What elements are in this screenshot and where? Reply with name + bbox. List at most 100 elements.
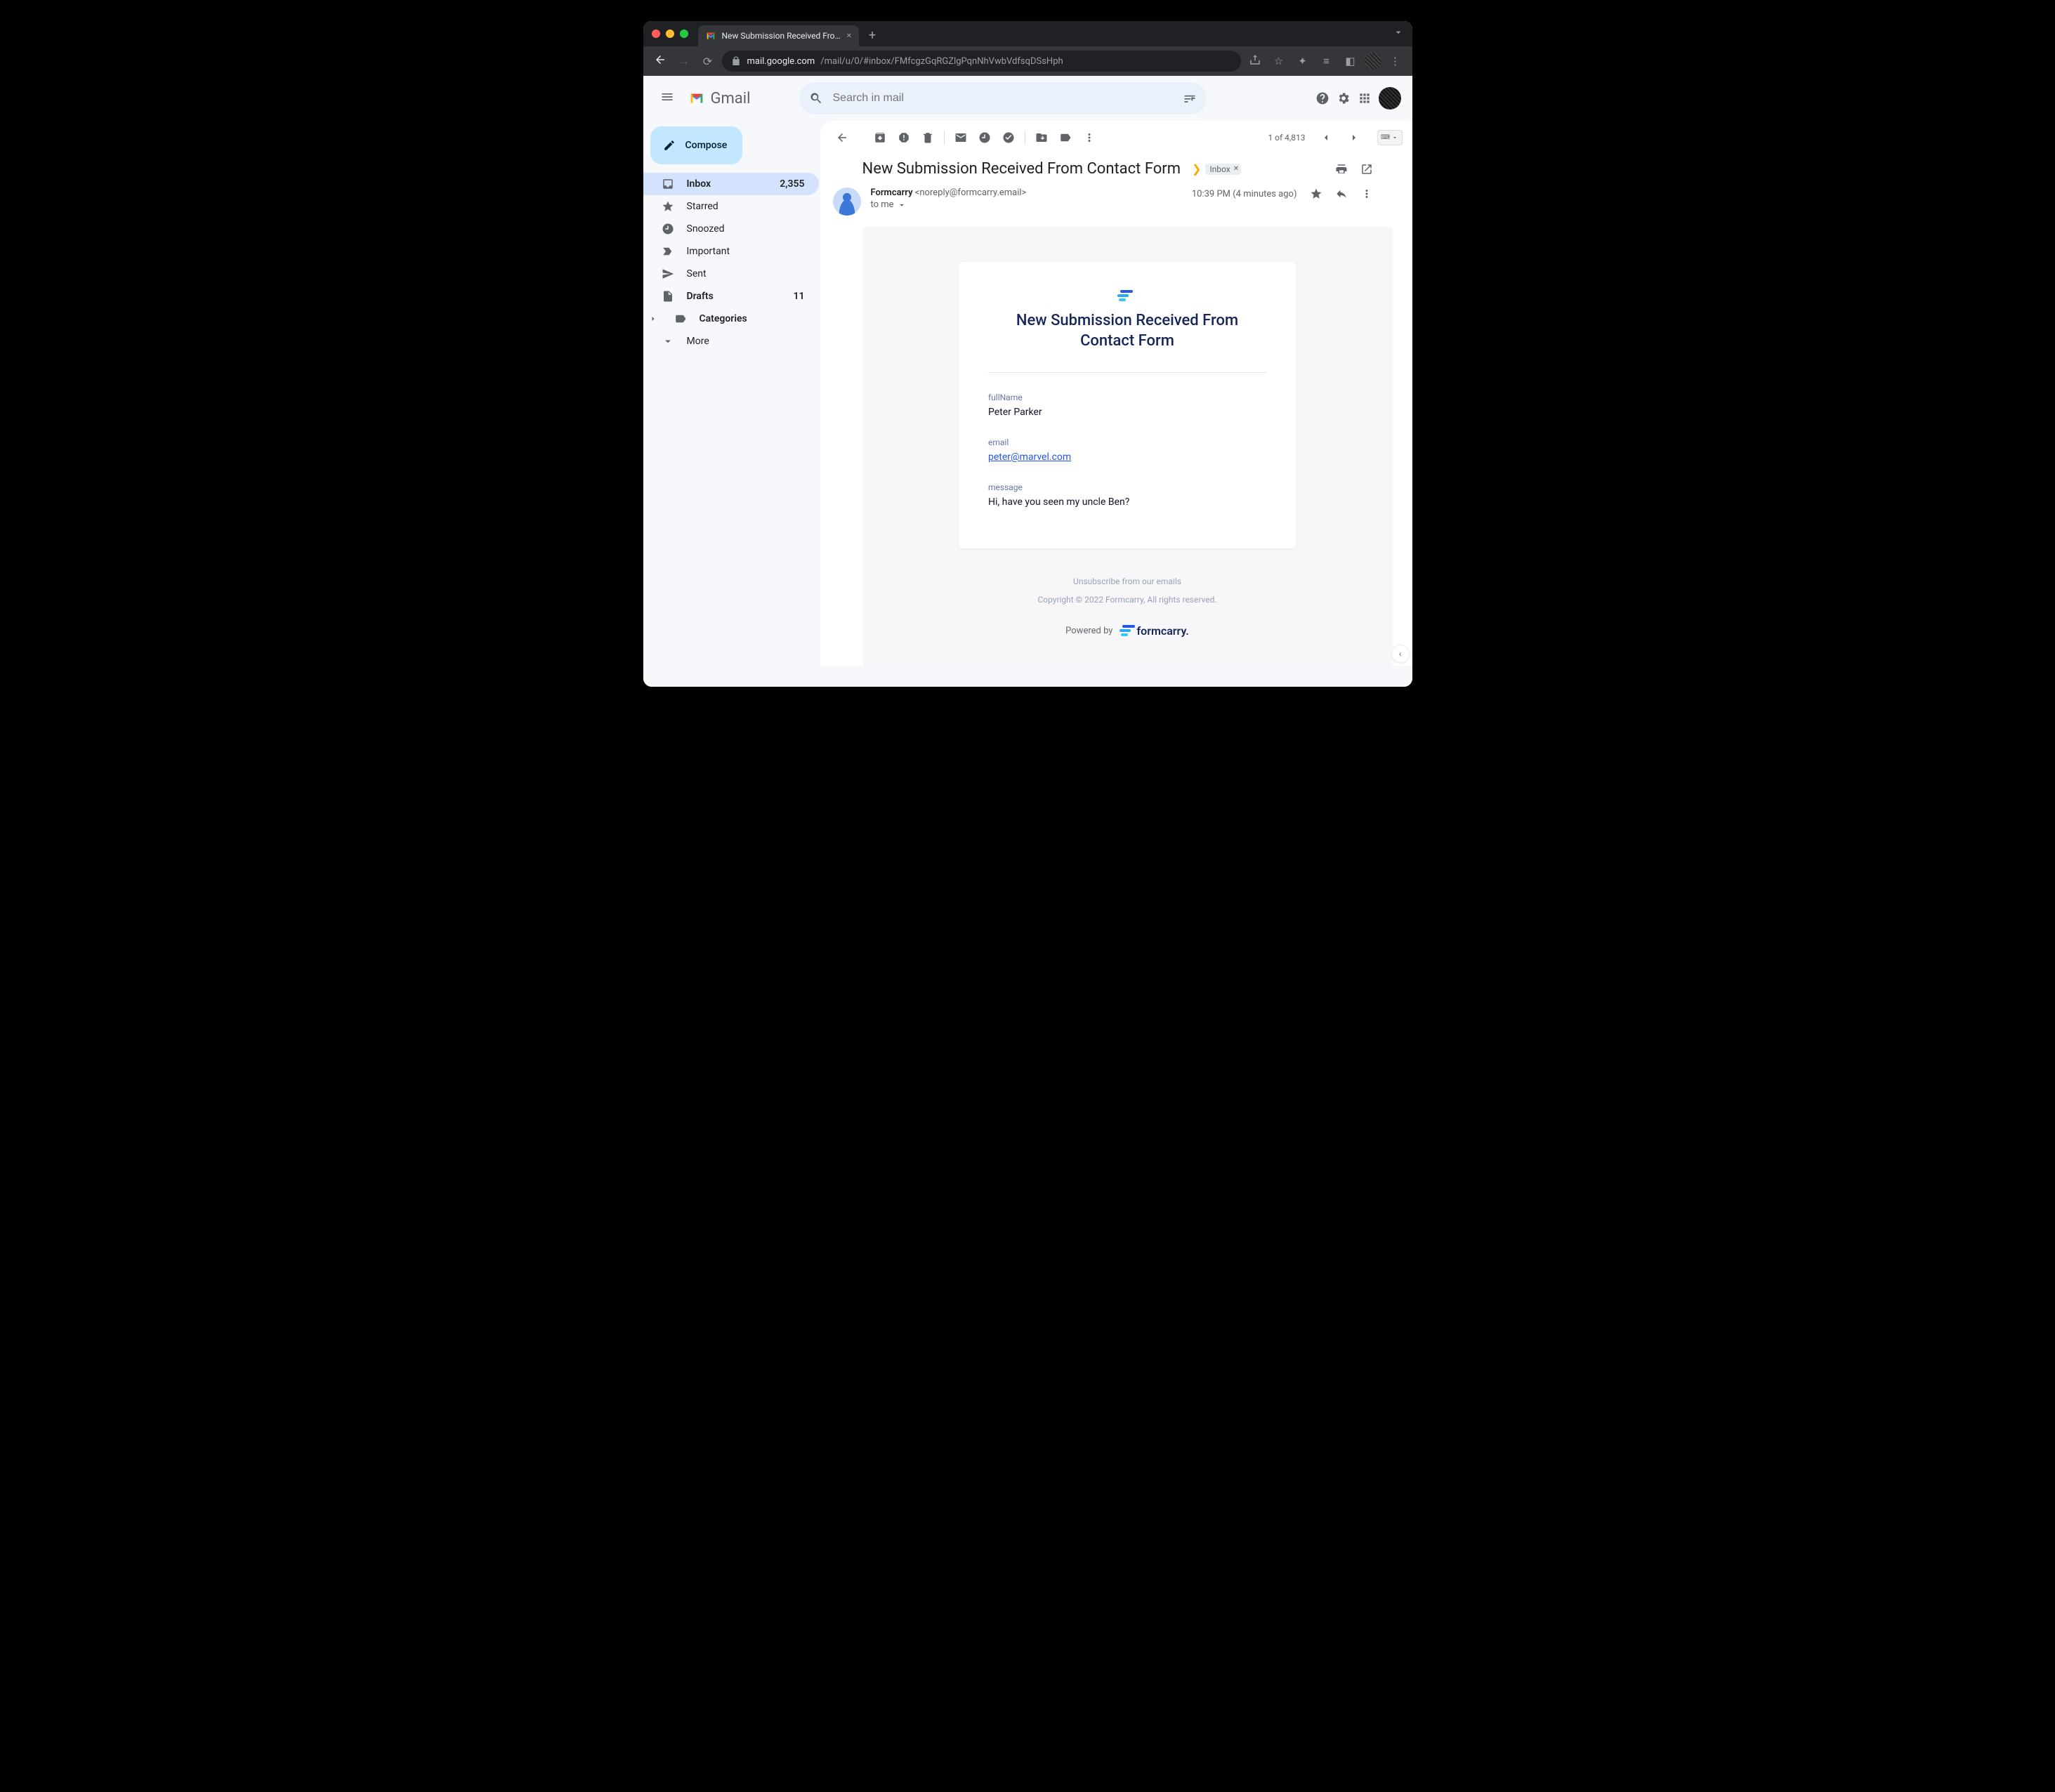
unsubscribe-link[interactable]: Unsubscribe from our emails: [1073, 577, 1181, 586]
browser-tab[interactable]: New Submission Received Fro… ✕: [698, 25, 859, 46]
to-line-text: to me: [871, 199, 894, 210]
url-input[interactable]: mail.google.com/mail/u/0/#inbox/FMfcgzGq…: [722, 51, 1241, 72]
side-panel-toggle[interactable]: ‹: [1391, 645, 1410, 663]
minimize-window-button[interactable]: [666, 29, 674, 38]
main-menu-button[interactable]: [650, 90, 684, 107]
search-icon[interactable]: [809, 91, 823, 105]
extensions-icon[interactable]: ✦: [1293, 55, 1313, 67]
gmail-header: Gmail: [643, 76, 1412, 121]
add-task-button[interactable]: [997, 126, 1020, 150]
tabs-overflow-icon[interactable]: [1393, 27, 1404, 41]
sidebar-item-inbox[interactable]: Inbox2,355: [643, 173, 819, 195]
send-icon: [662, 268, 674, 280]
open-in-new-icon[interactable]: [1360, 163, 1373, 176]
formcarry-brand[interactable]: formcarry.: [1120, 624, 1188, 638]
compose-button[interactable]: Compose: [650, 126, 743, 164]
more-icon: [662, 335, 674, 348]
archive-button[interactable]: [868, 126, 892, 150]
sidebar-item-label: Sent: [687, 268, 808, 279]
report-spam-button[interactable]: [892, 126, 916, 150]
label-chip-inbox[interactable]: Inbox ✕: [1205, 164, 1241, 175]
apps-icon[interactable]: [1358, 91, 1372, 105]
sidebar-item-important[interactable]: Important: [643, 240, 819, 263]
close-window-button[interactable]: [652, 29, 660, 38]
close-tab-icon[interactable]: ✕: [846, 32, 852, 40]
search-container: [799, 82, 1207, 114]
powered-by-label: Powered by: [1065, 626, 1112, 636]
clock-icon: [662, 223, 674, 235]
search-input[interactable]: [833, 92, 1173, 105]
prev-message-button[interactable]: [1314, 126, 1338, 150]
help-icon[interactable]: [1315, 91, 1329, 105]
lock-icon: [730, 55, 742, 67]
powered-by: Powered by formcarry.: [1065, 624, 1189, 638]
gmail-logo-icon: [687, 91, 707, 106]
formcarry-logo-icon: [1120, 625, 1132, 638]
brand-name: formcarry.: [1136, 624, 1188, 638]
sidebar-item-drafts[interactable]: Drafts11: [643, 285, 819, 308]
input-tool-button[interactable]: ⌨: [1377, 130, 1403, 145]
sidebar-item-more[interactable]: More: [643, 330, 819, 353]
gmail-favicon-icon: [705, 30, 716, 41]
browser-window: New Submission Received Fro… ✕ + → ⟳ mai…: [643, 21, 1412, 687]
account-avatar[interactable]: [1379, 87, 1401, 110]
nav-forward-button[interactable]: →: [674, 54, 694, 68]
expand-icon: [649, 315, 657, 323]
sidebar-item-badge: 2,355: [780, 178, 807, 190]
pager: 1 of 4,813 ⌨: [1268, 126, 1402, 150]
sidebar-item-categories[interactable]: Categories: [643, 308, 819, 330]
form-field-email: email peter@marvel.com: [988, 437, 1266, 463]
maximize-window-button[interactable]: [680, 29, 688, 38]
move-to-button[interactable]: [1030, 126, 1053, 150]
sidebar-item-snoozed[interactable]: Snoozed: [643, 218, 819, 240]
sidebar-item-sent[interactable]: Sent: [643, 263, 819, 285]
share-icon[interactable]: [1245, 53, 1265, 69]
nav-back-button[interactable]: [650, 53, 670, 69]
label-icon: [674, 312, 687, 325]
field-value: Hi, have you seen my uncle Ben?: [988, 496, 1129, 508]
url-host: mail.google.com: [747, 56, 815, 67]
sender-name: Formcarry: [871, 187, 913, 198]
more-button[interactable]: [1077, 126, 1101, 150]
sidebar-item-label: Drafts: [687, 291, 781, 302]
mail-pane: 1 of 4,813 ⌨ New Submission Received Fro…: [820, 121, 1412, 666]
search-options-icon[interactable]: [1183, 91, 1197, 105]
back-to-inbox-button[interactable]: [830, 126, 854, 150]
sender-email: <noreply@formcarry.email>: [915, 187, 1027, 198]
labels-button[interactable]: [1053, 126, 1077, 150]
recipients-toggle[interactable]: to me: [871, 199, 1027, 210]
remove-label-icon[interactable]: ✕: [1233, 165, 1239, 173]
new-tab-button[interactable]: +: [869, 28, 876, 43]
chrome-menu-icon[interactable]: ⋮: [1386, 55, 1405, 67]
browser-titlebar: New Submission Received Fro… ✕ +: [643, 21, 1412, 46]
gmail-logo[interactable]: Gmail: [687, 90, 792, 107]
delete-button[interactable]: [916, 126, 940, 150]
field-key: email: [988, 437, 1266, 447]
field-value-link[interactable]: peter@marvel.com: [988, 452, 1071, 463]
mark-unread-button[interactable]: [949, 126, 973, 150]
sidebar-item-starred[interactable]: Starred: [643, 195, 819, 218]
field-value: Peter Parker: [988, 407, 1042, 418]
header-actions: [1315, 87, 1401, 110]
reply-icon[interactable]: [1335, 187, 1348, 200]
nav-reload-button[interactable]: ⟳: [698, 55, 718, 68]
extension-2-icon[interactable]: ≡: [1317, 55, 1337, 67]
field-key: message: [988, 482, 1266, 492]
message-more-icon[interactable]: [1360, 187, 1373, 200]
form-field-fullName: fullName Peter Parker: [988, 393, 1266, 418]
submission-card: New Submission Received From Contact For…: [959, 262, 1296, 548]
snooze-button[interactable]: [973, 126, 997, 150]
field-key: fullName: [988, 393, 1266, 402]
star-icon[interactable]: [1310, 187, 1322, 200]
page-counter: 1 of 4,813: [1268, 133, 1305, 143]
sidepanel-icon[interactable]: ◧: [1341, 55, 1360, 67]
next-message-button[interactable]: [1342, 126, 1366, 150]
important-marker-icon[interactable]: ❯: [1192, 162, 1201, 176]
profile-avatar[interactable]: [1365, 53, 1381, 70]
settings-icon[interactable]: [1337, 91, 1351, 105]
bookmark-icon[interactable]: ☆: [1269, 55, 1289, 67]
url-path: /mail/u/0/#inbox/FMfcgzGqRGZlgPqnNhVwbVd…: [820, 56, 1063, 67]
sender-avatar[interactable]: [833, 187, 861, 216]
card-title: New Submission Received From Contact For…: [988, 311, 1266, 351]
print-icon[interactable]: [1335, 163, 1348, 176]
